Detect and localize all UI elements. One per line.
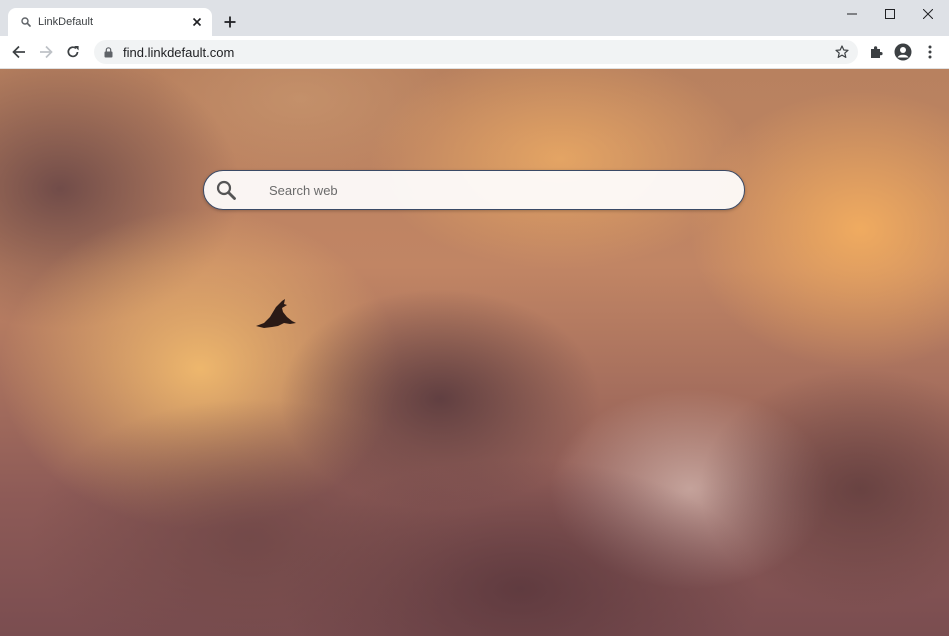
search-icon[interactable]	[215, 179, 237, 201]
forward-icon[interactable]	[34, 40, 58, 64]
maximize-icon[interactable]	[871, 4, 909, 24]
close-icon[interactable]	[909, 4, 947, 24]
menu-icon[interactable]	[918, 40, 942, 64]
tab-title: LinkDefault	[38, 16, 94, 28]
plus-icon[interactable]	[220, 12, 240, 32]
search-input[interactable]	[267, 174, 744, 206]
search-bar[interactable]	[203, 170, 745, 210]
extensions-icon[interactable]	[864, 40, 888, 64]
address-bar[interactable]: find.linkdefault.com	[94, 40, 858, 64]
browser-toolbar: find.linkdefault.com	[0, 36, 949, 69]
tab-strip: LinkDefault	[0, 0, 949, 36]
tab-linkdefault[interactable]: LinkDefault	[8, 8, 212, 36]
close-tab-icon[interactable]	[188, 13, 206, 31]
bird-image	[256, 299, 296, 328]
lock-icon[interactable]	[102, 46, 114, 58]
page-background	[0, 69, 949, 636]
star-icon[interactable]	[832, 42, 852, 62]
url-text[interactable]: find.linkdefault.com	[123, 45, 832, 60]
search-icon	[19, 15, 33, 29]
profile-icon[interactable]	[891, 40, 915, 64]
reload-icon[interactable]	[61, 40, 85, 64]
back-icon[interactable]	[7, 40, 31, 64]
minimize-icon[interactable]	[833, 4, 871, 24]
